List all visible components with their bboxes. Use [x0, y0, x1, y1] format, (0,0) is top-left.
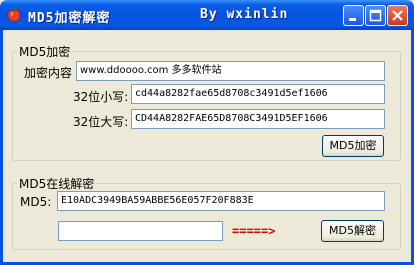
decrypt-result-field[interactable]	[58, 221, 223, 241]
encrypt-group-legend: MD5加密	[19, 45, 71, 59]
content-input[interactable]: www.ddoooo.com 多多软件站	[76, 61, 385, 81]
window-author: By wxinlin	[200, 7, 289, 22]
app-icon	[7, 7, 21, 22]
maximize-icon	[369, 9, 382, 22]
upper-label: 32位大写:	[73, 115, 129, 129]
window-title: MD5加密解密	[28, 11, 111, 26]
decrypt-group-legend: MD5在线解密	[19, 177, 95, 191]
decrypt-button[interactable]: MD5解密	[321, 220, 384, 242]
content-label: 加密内容	[24, 66, 73, 80]
lower-output[interactable]: cd44a8282fae65d8708c3491d5ef1606	[131, 84, 385, 104]
encrypt-button[interactable]: MD5加密	[322, 135, 384, 157]
arrow-indicator: =====>	[232, 224, 276, 238]
upper-output[interactable]: CD44A8282FAE65D8708C3491D5EF1606	[131, 109, 385, 129]
minimize-icon	[349, 18, 356, 21]
lower-label: 32位小写:	[73, 90, 129, 104]
minimize-button[interactable]	[343, 5, 364, 26]
close-icon	[392, 10, 403, 21]
md5-label: MD5:	[20, 195, 52, 209]
md5-input[interactable]: E10ADC3949BA59ABBE56E057F20F883E	[57, 191, 385, 211]
title-bar[interactable]: MD5加密解密 By wxinlin	[0, 0, 414, 30]
maximize-button[interactable]	[365, 5, 386, 26]
close-button[interactable]	[387, 5, 408, 26]
